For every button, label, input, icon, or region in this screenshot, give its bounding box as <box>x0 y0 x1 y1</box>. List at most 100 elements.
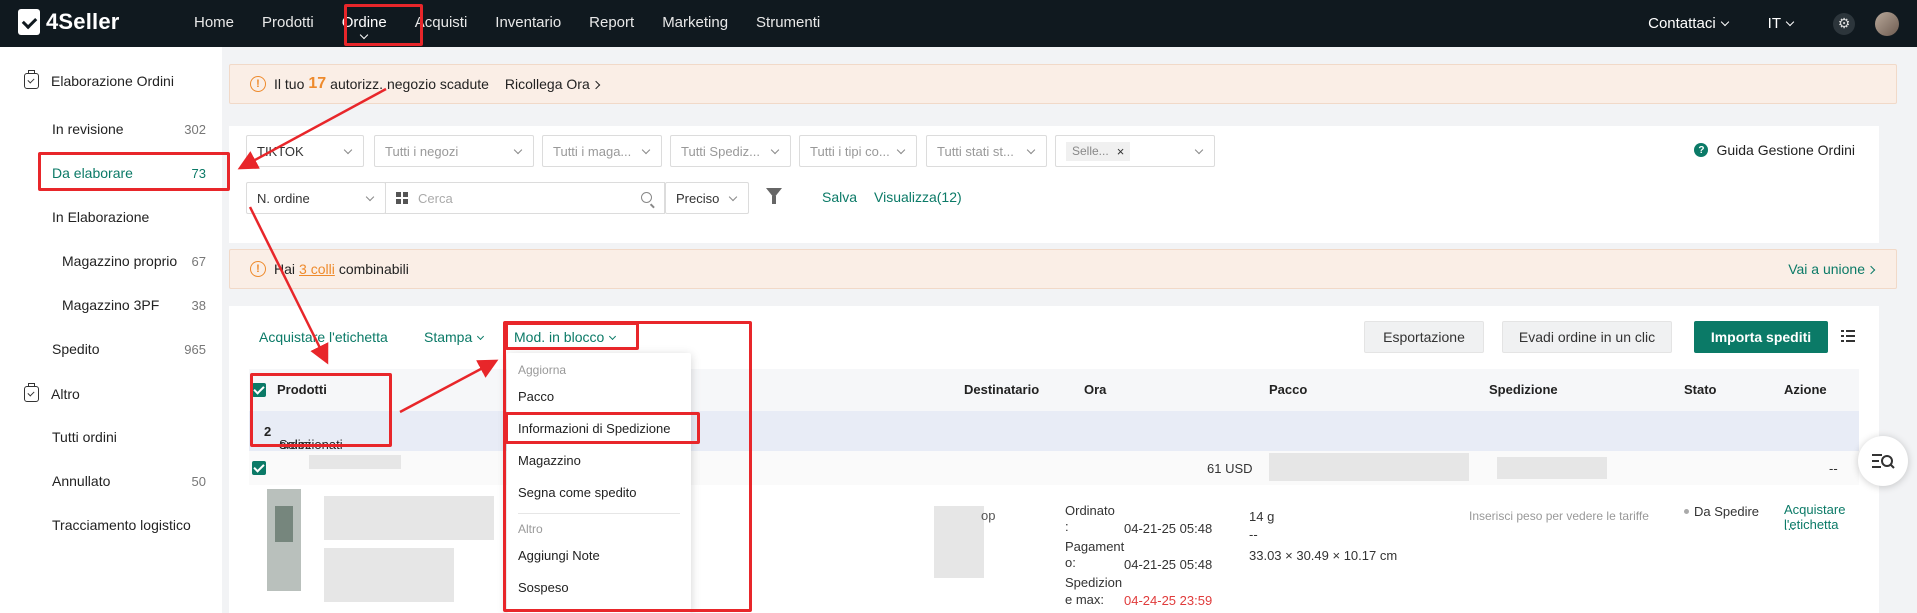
state-value: Tutti stati st... <box>937 143 1014 159</box>
match-mode-value: Preciso <box>676 190 720 206</box>
clipboard-check-icon <box>24 383 39 402</box>
ordered-colon: : <box>1065 519 1069 534</box>
chevron-down-icon <box>477 332 485 341</box>
state-select[interactable]: Tutti stati st... <box>926 135 1047 167</box>
sidebar-group-altro[interactable]: Altro <box>24 383 80 402</box>
chevron-down-icon <box>343 145 353 155</box>
sidebar-item-tutti-ordini[interactable]: Tutti ordini <box>38 419 216 455</box>
row-more-actions[interactable]: ... <box>1784 518 1795 533</box>
seller-tag: Selle... × <box>1066 141 1131 161</box>
merge-link[interactable]: Vai a unione <box>1788 261 1876 277</box>
search-input[interactable]: Cerca <box>385 182 665 214</box>
banner-prefix: Il tuo <box>274 76 305 92</box>
contact-menu[interactable]: Contattaci <box>1648 15 1729 32</box>
top-right-actions: Contattaci IT ⚙ <box>1648 0 1917 47</box>
menu-item-warehouse[interactable]: Magazzino <box>507 445 691 477</box>
avatar[interactable] <box>1875 11 1899 36</box>
menu-item-shipping-info[interactable]: Informazioni di Spedizione <box>507 413 691 445</box>
chevron-down-icon <box>365 192 375 202</box>
sidebar-item-in-revisione[interactable]: In revisione 302 <box>38 111 216 147</box>
sidebar-item-spedito[interactable]: Spedito 965 <box>38 331 216 367</box>
select-all-checkbox[interactable] <box>252 383 266 397</box>
seller-tag-select[interactable]: Selle... × <box>1055 135 1215 167</box>
nav-strumenti[interactable]: Strumenti <box>748 0 828 47</box>
column-settings-icon[interactable] <box>1841 330 1855 342</box>
expired-authorization-banner: ! Il tuo 17 autorizz. negozio scadute Ri… <box>229 64 1897 104</box>
sidebar-group-elaborazione[interactable]: Elaborazione Ordini <box>24 70 174 89</box>
platform-select[interactable]: TIKTOK <box>246 135 364 167</box>
warehouse-select[interactable]: Tutti i maga... <box>542 135 662 167</box>
buy-label-button[interactable]: Acquistare l'etichetta <box>259 329 388 345</box>
header-status: Stato <box>1684 382 1717 397</box>
sidebar-item-label: Magazzino 3PF <box>62 297 160 313</box>
menu-item-add-notes[interactable]: Aggiungi Note <box>507 540 691 572</box>
sidebar-item-count: 302 <box>184 121 206 137</box>
reconnect-label: Ricollega Ora <box>504 76 590 92</box>
save-filter-link[interactable]: Salva <box>822 189 857 205</box>
export-button[interactable]: Esportazione <box>1364 321 1484 353</box>
close-icon[interactable]: × <box>1117 144 1125 159</box>
chevron-down-icon <box>728 192 738 202</box>
selection-text: Selezionati 2 ordini <box>264 424 343 452</box>
nav-prodotti[interactable]: Prodotti <box>254 0 322 47</box>
language-menu[interactable]: IT <box>1768 15 1795 32</box>
shipping-value: Tutti Spediz... <box>681 143 760 159</box>
dropdown-group-update: Aggiorna <box>518 363 567 377</box>
sidebar-item-tracciamento[interactable]: Tracciamento logistico <box>38 507 216 543</box>
logo-bag-icon <box>18 9 40 35</box>
shipping-select[interactable]: Tutti Spediz... <box>670 135 791 167</box>
reconnect-link[interactable]: Ricollega Ora <box>504 76 600 92</box>
logo-text: 4Seller <box>46 9 120 34</box>
sidebar-item-annullato[interactable]: Annullato 50 <box>38 463 216 499</box>
import-shipped-button[interactable]: Importa spediti <box>1694 321 1828 353</box>
order-guide-link[interactable]: ? Guida Gestione Ordini <box>1694 142 1855 158</box>
store-select[interactable]: Tutti i negozi <box>374 135 534 167</box>
package-weight: 14 g <box>1249 509 1275 524</box>
floating-search-button[interactable] <box>1858 436 1908 486</box>
menu-item-suspend[interactable]: Sospeso <box>507 572 691 604</box>
chevron-down-icon <box>896 145 906 155</box>
filter-funnel-icon[interactable] <box>766 188 782 204</box>
one-click-fulfill-button[interactable]: Evadi ordine in un clic <box>1502 321 1672 353</box>
ship-by-label: Spedizion <box>1065 575 1123 590</box>
sidebar-group-label: Elaborazione Ordini <box>51 73 174 89</box>
chevron-right-icon <box>1866 265 1876 275</box>
sidebar-item-da-elaborare[interactable]: Da elaborare 73 <box>38 155 216 191</box>
nav-inventario[interactable]: Inventario <box>487 0 569 47</box>
nav-marketing[interactable]: Marketing <box>654 0 736 47</box>
nav-home[interactable]: Home <box>186 0 242 47</box>
settings-gear-icon[interactable]: ⚙ <box>1833 12 1855 35</box>
search-icon[interactable] <box>641 192 652 203</box>
status-dot-icon <box>1684 509 1689 514</box>
dropdown-group-other: Altro <box>518 522 543 536</box>
menu-item-package[interactable]: Pacco <box>507 381 691 413</box>
bulk-edit-label: Mod. in blocco <box>514 329 605 345</box>
sidebar-item-in-elaborazione[interactable]: In Elaborazione <box>38 199 216 235</box>
bulk-edit-menu[interactable]: Mod. in blocco <box>514 329 617 345</box>
banner-prefix: Hai <box>274 261 296 277</box>
paid-time: 04-21-25 05:48 <box>1124 557 1213 572</box>
sidebar-item-magazzino-proprio[interactable]: Magazzino proprio 67 <box>48 243 216 279</box>
seller-tag-label: Selle... <box>1072 144 1109 158</box>
menu-item-mark-shipped[interactable]: Segna come spedito <box>507 477 691 509</box>
row-buy-label-link[interactable]: Acquistare l'etichetta <box>1784 502 1879 532</box>
selected-count: 2 <box>264 424 272 439</box>
filter-panel: TIKTOK Tutti i negozi Tutti i maga... Tu… <box>229 126 1879 243</box>
nav-acquisti[interactable]: Acquisti <box>407 0 476 47</box>
view-filters-link[interactable]: Visualizza(12) <box>874 189 962 205</box>
combinable-packages-link[interactable]: 3 colli <box>299 261 335 277</box>
sidebar-item-count: 50 <box>191 473 206 489</box>
match-mode-select[interactable]: Preciso <box>665 182 749 214</box>
sidebar-item-label: In revisione <box>52 121 124 137</box>
row-checkbox[interactable] <box>252 461 266 475</box>
sidebar-item-magazzino-3pf[interactable]: Magazzino 3PF 38 <box>48 287 216 323</box>
logo[interactable]: 4Seller <box>18 9 120 35</box>
nav-report[interactable]: Report <box>581 0 642 47</box>
selected-suffix: ordini <box>279 437 311 452</box>
type-select[interactable]: Tutti i tipi co... <box>799 135 917 167</box>
sidebar-item-label: Annullato <box>52 473 111 489</box>
bulk-edit-dropdown: Aggiorna Pacco Informazioni di Spedizion… <box>507 353 691 613</box>
nav-ordine[interactable]: Ordine <box>334 0 395 47</box>
print-menu[interactable]: Stampa <box>424 329 485 345</box>
order-field-select[interactable]: N. ordine <box>246 182 386 214</box>
